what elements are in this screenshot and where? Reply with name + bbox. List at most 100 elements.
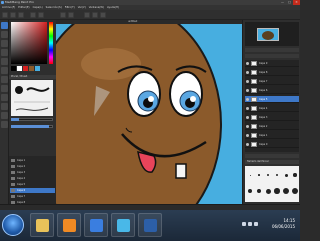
taskbar-app-icon[interactable] (111, 213, 135, 237)
navigator-preview[interactable] (245, 22, 299, 46)
undo-icon[interactable] (30, 12, 36, 18)
menu-help[interactable]: Ayuda(H) (107, 6, 119, 9)
brush-size-dot[interactable] (293, 173, 297, 177)
brush-size-dot[interactable] (258, 174, 260, 176)
tray-flag-icon[interactable] (242, 222, 246, 226)
taskbar-media-icon[interactable] (57, 213, 81, 237)
taskbar-browser-icon[interactable] (84, 213, 108, 237)
brush-size-dot[interactable] (248, 189, 252, 193)
menu-edit[interactable]: Editar(E) (18, 6, 29, 9)
menu-filter[interactable]: Filtro(T) (65, 6, 75, 9)
layer-thumbnail (11, 171, 15, 174)
menu-layer[interactable]: Capa(L) (33, 6, 43, 9)
layer-row[interactable]: Capa 9 (245, 60, 299, 67)
clock[interactable]: 14:15 06/06/2015 (272, 218, 295, 230)
layer-row[interactable]: Capa 2 (245, 123, 299, 130)
visibility-eye-icon[interactable] (246, 98, 249, 101)
brush-size-dot[interactable] (284, 173, 288, 177)
ruler-icon[interactable] (100, 12, 106, 18)
swatch-white[interactable] (17, 66, 22, 71)
brush-size-dot[interactable] (267, 174, 269, 176)
right-panel: Capa 9 Capa 8 Capa 7 Capa 6 Capa 5 Capa 4 Capa… (242, 20, 300, 204)
lasso-tool-icon[interactable] (1, 85, 8, 92)
text-tool-icon[interactable] (1, 103, 8, 110)
brush-size-grid[interactable] (245, 166, 299, 202)
eyedropper-icon[interactable] (1, 112, 8, 119)
snap-icon[interactable] (84, 12, 90, 18)
menu-file[interactable]: Archivo(F) (2, 6, 15, 9)
swatch-red[interactable] (23, 66, 28, 71)
brush-opacity-slider[interactable] (11, 124, 53, 129)
visibility-eye-icon[interactable] (246, 62, 249, 65)
start-button[interactable] (2, 214, 24, 236)
tray-network-icon[interactable] (248, 222, 252, 226)
layer-thumbnail (11, 189, 15, 192)
layer-row[interactable]: Capa 4 (245, 105, 299, 112)
brush-size-dot[interactable] (275, 173, 279, 177)
visibility-eye-icon[interactable] (246, 125, 249, 128)
taskbar-explorer-icon[interactable] (30, 213, 54, 237)
brush-panel-header: Pincel / Brush (9, 75, 56, 79)
left-layer-row[interactable]: Capa 3 (10, 170, 55, 175)
swatch-brown[interactable] (29, 66, 34, 71)
menu-select[interactable]: Selección(S) (46, 6, 62, 9)
layer-row[interactable]: Capa 1 (245, 132, 299, 139)
brush-size-dot[interactable] (256, 188, 262, 194)
brush-size-dot[interactable] (249, 174, 251, 176)
brush-preview[interactable] (11, 80, 53, 116)
visibility-eye-icon[interactable] (246, 116, 249, 119)
fill-icon[interactable] (60, 12, 66, 18)
taskbar-medibang-icon[interactable] (138, 213, 162, 237)
swatch-black[interactable] (11, 66, 16, 71)
layer-blend-row[interactable] (245, 54, 299, 58)
brush-size-dot[interactable] (265, 188, 271, 194)
left-layer-row[interactable]: Capa 2 (10, 164, 55, 169)
menu-view[interactable]: Ver(V) (78, 6, 86, 9)
visibility-eye-icon[interactable] (246, 89, 249, 92)
fill-tool-icon[interactable] (1, 58, 8, 65)
layer-actions-row[interactable] (245, 154, 299, 158)
open-file-icon[interactable] (10, 12, 16, 18)
visibility-eye-icon[interactable] (246, 107, 249, 110)
left-layer-row[interactable]: Capa 1 (10, 158, 55, 163)
eraser-tool-icon[interactable] (1, 31, 8, 38)
layer-thumbnail (251, 106, 257, 111)
left-layer-row[interactable]: Capa 4 (10, 176, 55, 181)
menu-window[interactable]: Ventana(W) (89, 6, 104, 9)
visibility-eye-icon[interactable] (246, 143, 249, 146)
tray-volume-icon[interactable] (254, 222, 258, 226)
brush-size-slider[interactable] (11, 117, 53, 122)
hand-tool-icon[interactable] (1, 121, 8, 128)
magic-wand-icon[interactable] (1, 94, 8, 101)
layer-row[interactable]: Capa 0 (245, 141, 299, 148)
redo-icon[interactable] (38, 12, 44, 18)
save-icon[interactable] (18, 12, 24, 18)
visibility-eye-icon[interactable] (246, 134, 249, 137)
layer-row[interactable]: Capa 6 (245, 87, 299, 94)
brush-size-dot[interactable] (291, 187, 299, 195)
left-layer-row[interactable]: Capa 7 (10, 194, 55, 199)
visibility-eye-icon[interactable] (246, 80, 249, 83)
color-picker[interactable] (11, 22, 47, 64)
layer-row[interactable]: Capa 7 (245, 78, 299, 85)
new-file-icon[interactable] (2, 12, 8, 18)
brush-size-dot[interactable] (274, 188, 280, 194)
grid-icon[interactable] (92, 12, 98, 18)
left-layer-row[interactable]: Capa 6 (10, 188, 55, 193)
layer-row[interactable]: Capa 5 (245, 96, 299, 103)
select-tool-icon[interactable] (1, 76, 8, 83)
antialias-icon[interactable] (68, 12, 74, 18)
dot-tool-icon[interactable] (1, 40, 8, 47)
left-layer-row[interactable]: Capa 5 (10, 182, 55, 187)
gradient-tool-icon[interactable] (1, 67, 8, 74)
drawing-canvas[interactable] (56, 24, 242, 204)
layer-row[interactable]: Capa 8 (245, 69, 299, 76)
layer-row[interactable]: Capa 3 (245, 114, 299, 121)
move-tool-icon[interactable] (1, 49, 8, 56)
brush-size-dot[interactable] (283, 188, 289, 194)
navigator-zoom-row[interactable] (245, 48, 299, 52)
swatch-blue[interactable] (35, 66, 40, 71)
visibility-eye-icon[interactable] (246, 71, 249, 74)
brush-tool-icon[interactable] (1, 22, 8, 29)
hue-slider[interactable] (49, 22, 53, 64)
